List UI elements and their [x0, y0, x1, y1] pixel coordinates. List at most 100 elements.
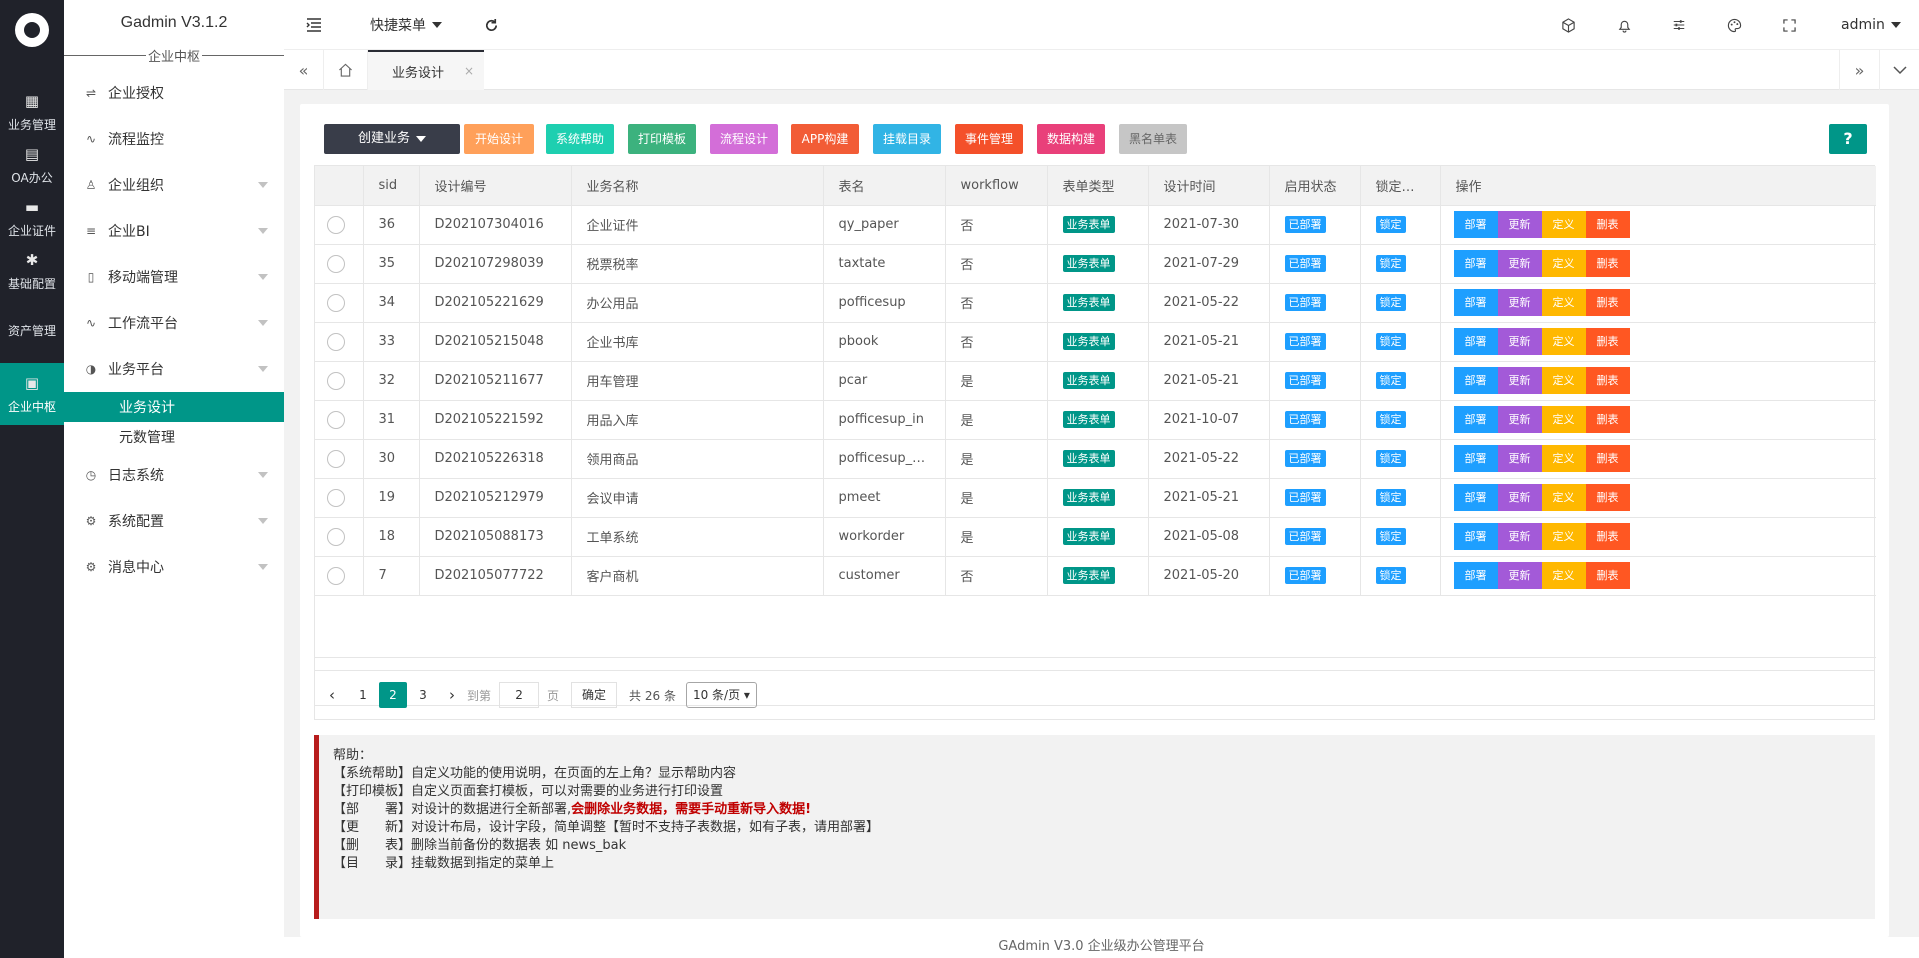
update-button[interactable]: 更新	[1497, 406, 1542, 433]
app-build-button[interactable]: APP构建	[791, 124, 859, 154]
row-radio[interactable]	[327, 332, 345, 351]
drop-table-button[interactable]: 删表	[1585, 484, 1630, 511]
update-button[interactable]: 更新	[1497, 445, 1542, 472]
deploy-button[interactable]: 部署	[1453, 445, 1498, 472]
table-row[interactable]: 34 D202105221629 办公用品 pofficesup 否业务表单 2021-0…	[315, 283, 1876, 323]
row-select[interactable]	[315, 205, 364, 245]
menu-item-mobile[interactable]: ▯ 移动端管理	[64, 254, 284, 300]
row-select[interactable]	[315, 322, 364, 362]
menu-item-flow-monitor[interactable]: ∿ 流程监控	[64, 116, 284, 162]
menu-item-logs[interactable]: ◷ 日志系统	[64, 452, 284, 498]
define-button[interactable]: 定义	[1541, 484, 1586, 511]
row-select[interactable]	[315, 478, 364, 518]
event-management-button[interactable]: 事件管理	[955, 124, 1023, 154]
drop-table-button[interactable]: 删表	[1585, 211, 1630, 238]
drop-table-button[interactable]: 删表	[1585, 289, 1630, 316]
row-radio[interactable]	[327, 488, 345, 507]
deploy-button[interactable]: 部署	[1453, 484, 1498, 511]
row-radio[interactable]	[327, 566, 345, 585]
palette-icon[interactable]	[1727, 0, 1742, 50]
row-select[interactable]	[315, 361, 364, 401]
page-2[interactable]: 2	[379, 682, 407, 708]
tab-menu-icon[interactable]	[1879, 50, 1919, 90]
scroll-left-icon[interactable]: «	[284, 50, 324, 90]
prev-page-icon[interactable]: ‹	[329, 686, 335, 704]
fullscreen-icon[interactable]	[1783, 0, 1796, 50]
col-header[interactable]: 业务名称	[571, 166, 824, 206]
update-button[interactable]: 更新	[1497, 562, 1542, 589]
collapse-menu-icon[interactable]	[306, 0, 322, 50]
page-1[interactable]: 1	[349, 682, 377, 708]
goto-confirm-button[interactable]: 确定	[571, 682, 618, 708]
update-button[interactable]: 更新	[1497, 289, 1542, 316]
cube-icon[interactable]	[1561, 0, 1576, 50]
refresh-icon[interactable]	[484, 0, 499, 50]
drop-table-button[interactable]: 删表	[1585, 328, 1630, 355]
table-row[interactable]: 33 D202105215048 企业书库 pbook 否业务表单 2021-05-21 已…	[315, 322, 1876, 362]
col-header[interactable]: 表名	[823, 166, 946, 206]
table-row[interactable]: 32 D202105211677 用车管理 pcar 是业务表单 2021-05-21 已部…	[315, 361, 1876, 401]
define-button[interactable]: 定义	[1541, 367, 1586, 394]
print-template-button[interactable]: 打印模板	[628, 124, 696, 154]
table-row[interactable]: 31 D202105221592 用品入库 pofficesup_in 是业务表单 202…	[315, 400, 1876, 440]
menu-item-business-design[interactable]: 业务设计	[64, 392, 284, 422]
menu-item-sys-config[interactable]: ⚙ 系统配置	[64, 498, 284, 544]
col-header[interactable]: workflow	[945, 166, 1048, 206]
page-size-select[interactable]: 10 条/页 ▾	[685, 682, 757, 708]
home-icon[interactable]	[324, 50, 368, 90]
col-header[interactable]: 设计时间	[1148, 166, 1270, 206]
rail-item-hub[interactable]: ▣ 企业中枢	[0, 363, 64, 425]
col-header[interactable]: 表单类型	[1047, 166, 1149, 206]
row-select[interactable]	[315, 283, 364, 323]
deploy-button[interactable]: 部署	[1453, 211, 1498, 238]
row-select[interactable]	[315, 517, 364, 557]
sliders-icon[interactable]	[1672, 0, 1686, 50]
deploy-button[interactable]: 部署	[1453, 523, 1498, 550]
deploy-button[interactable]: 部署	[1453, 562, 1498, 589]
update-button[interactable]: 更新	[1497, 250, 1542, 277]
drop-table-button[interactable]: 删表	[1585, 250, 1630, 277]
drop-table-button[interactable]: 删表	[1585, 523, 1630, 550]
row-radio[interactable]	[327, 293, 345, 312]
col-header[interactable]: 启用状态	[1269, 166, 1361, 206]
col-header[interactable]: 锁定…	[1360, 166, 1441, 206]
create-business-button[interactable]: 创建业务	[324, 124, 460, 154]
drop-table-button[interactable]: 删表	[1585, 406, 1630, 433]
table-row[interactable]: 30 D202105226318 领用商品 pofficesup_… 是业务表单 2021…	[315, 439, 1876, 479]
close-icon[interactable]: ×	[464, 64, 474, 78]
define-button[interactable]: 定义	[1541, 211, 1586, 238]
blacklist-table-button[interactable]: 黑名单表	[1119, 124, 1187, 154]
col-header[interactable]: 设计编号	[419, 166, 572, 206]
row-radio[interactable]	[327, 215, 345, 234]
define-button[interactable]: 定义	[1541, 523, 1586, 550]
deploy-button[interactable]: 部署	[1453, 250, 1498, 277]
data-build-button[interactable]: 数据构建	[1037, 124, 1105, 154]
table-row[interactable]: 35 D202107298039 税票税率 taxtate 否业务表单 2021-07-2…	[315, 244, 1876, 284]
menu-item-workflow[interactable]: ∿ 工作流平台	[64, 300, 284, 346]
system-help-button[interactable]: 系统帮助	[546, 124, 614, 154]
row-select[interactable]	[315, 400, 364, 440]
page-3[interactable]: 3	[409, 682, 437, 708]
row-radio[interactable]	[327, 449, 345, 468]
define-button[interactable]: 定义	[1541, 445, 1586, 472]
scroll-right-icon[interactable]: »	[1839, 50, 1879, 90]
flow-design-button[interactable]: 流程设计	[710, 124, 778, 154]
goto-page-input[interactable]: 2	[499, 682, 540, 708]
logo[interactable]	[0, 0, 64, 60]
mount-directory-button[interactable]: 挂载目录	[873, 124, 941, 154]
menu-item-meta[interactable]: 元数管理	[64, 422, 284, 452]
menu-item-bi[interactable]: ≡ 企业BI	[64, 208, 284, 254]
update-button[interactable]: 更新	[1497, 367, 1542, 394]
update-button[interactable]: 更新	[1497, 523, 1542, 550]
row-radio[interactable]	[327, 410, 345, 429]
row-radio[interactable]	[327, 527, 345, 546]
table-row[interactable]: 36 D202107304016 企业证件 qy_paper 否业务表单 2021-07-…	[315, 205, 1876, 245]
menu-item-org[interactable]: ♙ 企业组织	[64, 162, 284, 208]
rail-item-assets[interactable]: 资产管理	[0, 298, 64, 363]
drop-table-button[interactable]: 删表	[1585, 367, 1630, 394]
drop-table-button[interactable]: 删表	[1585, 445, 1630, 472]
next-page-icon[interactable]: ›	[449, 686, 455, 704]
row-select[interactable]	[315, 439, 364, 479]
menu-item-messages[interactable]: ⚙ 消息中心	[64, 544, 284, 590]
table-row[interactable]: 18 D202105088173 工单系统 workorder 是业务表单 2021-05…	[315, 517, 1876, 557]
